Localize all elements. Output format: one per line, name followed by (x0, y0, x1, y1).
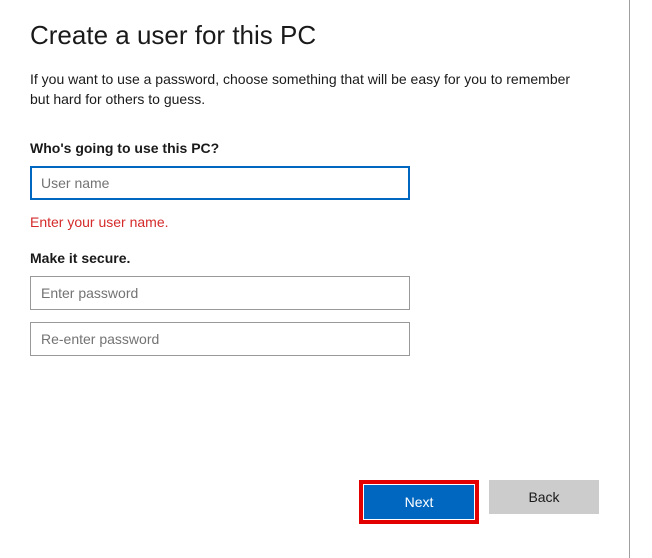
username-error: Enter your user name. (30, 214, 599, 230)
page-title: Create a user for this PC (30, 20, 599, 51)
password-group (30, 276, 599, 356)
username-label: Who's going to use this PC? (30, 140, 599, 156)
button-row: Next Back (359, 480, 599, 524)
create-user-panel: Create a user for this PC If you want to… (0, 0, 630, 558)
username-input[interactable] (30, 166, 410, 200)
intro-text: If you want to use a password, choose so… (30, 69, 590, 110)
back-button[interactable]: Back (489, 480, 599, 514)
next-button[interactable]: Next (364, 485, 474, 519)
confirm-password-input[interactable] (30, 322, 410, 356)
next-highlight: Next (359, 480, 479, 524)
password-input[interactable] (30, 276, 410, 310)
password-label: Make it secure. (30, 250, 599, 266)
